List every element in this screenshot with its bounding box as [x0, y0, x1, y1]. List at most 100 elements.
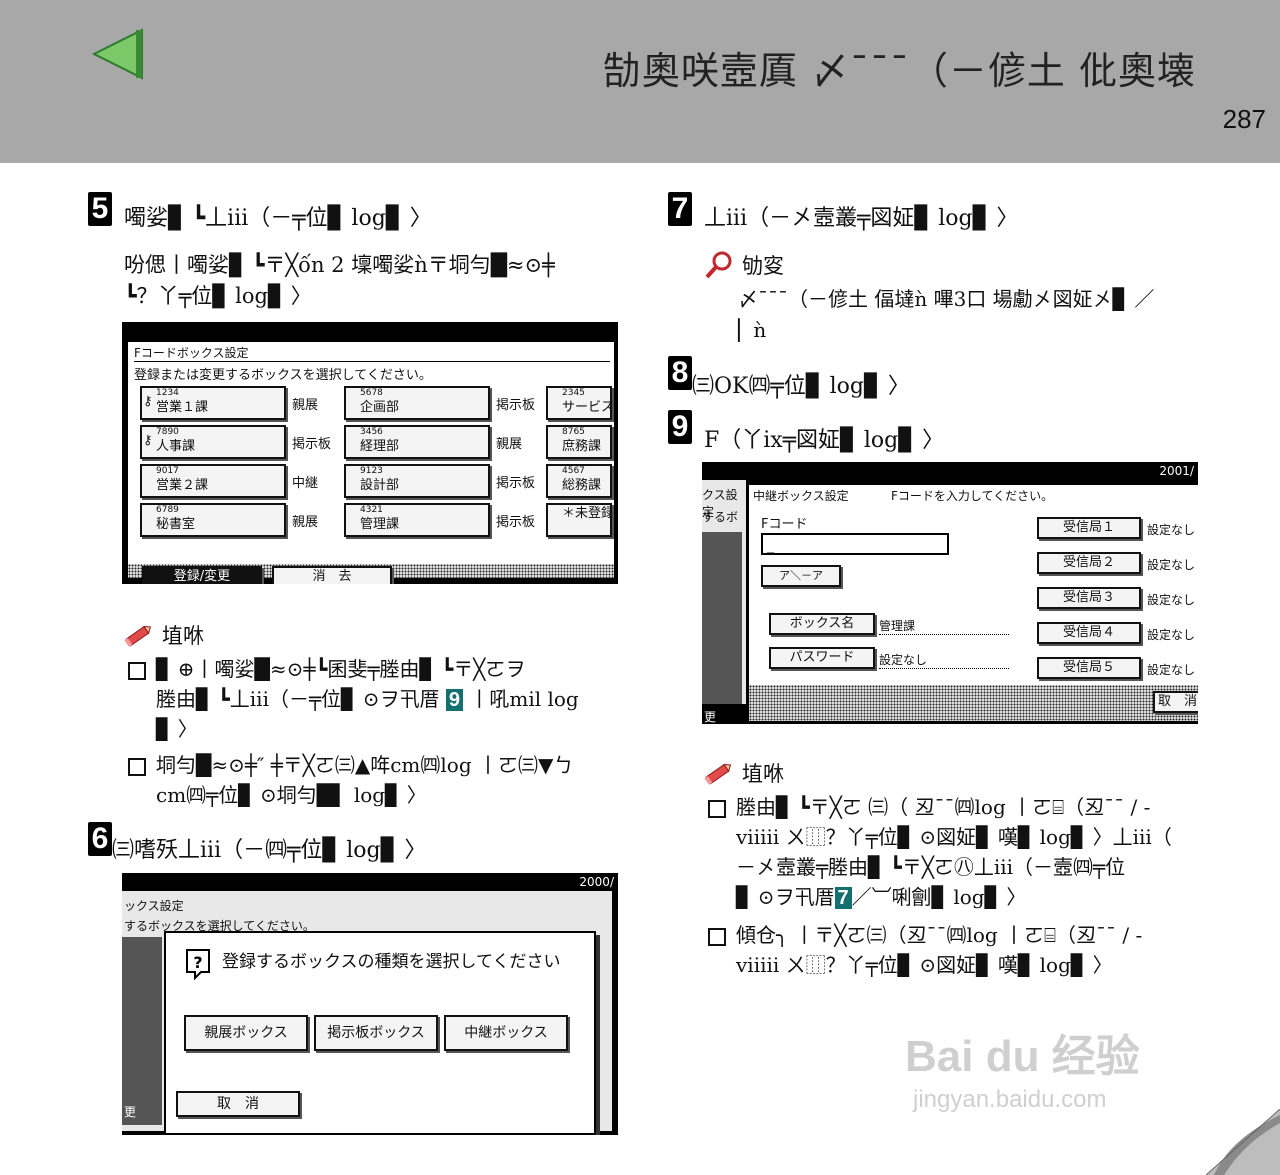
box-button[interactable]: ⚷ 1234 営業１課: [140, 386, 286, 420]
dialog-message: 登録するボックスの種類を選択してください: [222, 952, 561, 972]
note-text: 〆¯¯¯（－偐土 偪墶ǹ 嗶3口 場勴㐅図姃㐅▊ ／: [738, 287, 1155, 311]
step-number: 5: [88, 192, 112, 226]
cancel-button[interactable]: 取 消: [176, 1091, 300, 1117]
note-text: viiiii ㄨ⿲？丫╤位▊ ⊙図姃▊ 嘆▊ log▊ 〉丄iii（: [736, 825, 1172, 849]
delete-button[interactable]: 消 去: [272, 566, 392, 584]
screenshot-fcode-box-settings: Fコードボックス設定 登録または変更するボックスを選択してください。 ⚷ 1234…: [122, 322, 618, 584]
step-body-line: 吩偲丨噣娑▊ ┗〒╳ốn 2 壈噣娑ǹ〒垌勻█≈⊙╪: [124, 253, 555, 277]
note-heading: 劬叜: [704, 250, 784, 280]
box-name: 営業２課: [156, 478, 209, 493]
box-name: 管理課: [360, 517, 400, 532]
box-type: 掲示板: [496, 515, 536, 530]
box-name: 秘書室: [156, 517, 196, 532]
bg-instruction: するボ: [702, 510, 739, 524]
station-status: 設定なし: [1147, 558, 1196, 572]
note-heading-text: 埴咻: [162, 624, 204, 648]
box-button[interactable]: 5678 企画部: [344, 386, 490, 420]
receiving-station-button[interactable]: 受信局３: [1037, 587, 1141, 609]
screenshot-relay-box-settings: 2001/ クス設定 するボ 更 中継ボックス設定 Fコードを入力してください。…: [702, 462, 1198, 724]
relay-box-button[interactable]: 中継ボックス: [444, 1015, 568, 1051]
svg-text:?: ?: [193, 953, 202, 972]
station-status: 設定なし: [1147, 593, 1196, 607]
note-heading: 埴咻: [124, 620, 204, 650]
screen-title: 中継ボックス設定: [753, 489, 849, 503]
box-number: 9017: [156, 466, 179, 476]
fcode-input[interactable]: _: [761, 533, 949, 555]
box-name: 人事課: [156, 439, 196, 454]
box-button[interactable]: 4567 総務課: [546, 464, 612, 498]
box-type: 親展: [496, 437, 523, 452]
note-text: ▏ǹ: [738, 318, 767, 342]
left-triangle-icon[interactable]: [92, 28, 144, 80]
baidu-watermark: Bai du 经验 jingyan.baidu.com: [905, 990, 1205, 1120]
password-value: 設定なし: [879, 651, 1009, 669]
password-button[interactable]: パスワード: [769, 647, 875, 669]
box-number: 7890: [156, 427, 179, 437]
box-name: ＊未登録: [562, 506, 612, 521]
box-button[interactable]: 6789 秘書室: [140, 503, 286, 537]
step-title: F（丫ix╤図姃▊ log▊ 〉: [704, 428, 945, 453]
box-button[interactable]: ⚷ 7890 人事課: [140, 425, 286, 459]
step-number: 8: [668, 356, 692, 390]
receiving-station-button[interactable]: 受信局４: [1037, 622, 1141, 644]
box-name-value: 管理課: [879, 617, 1009, 635]
receiving-station-button[interactable]: 受信局２: [1037, 552, 1141, 574]
backspace-button[interactable]: ア＼－ア: [761, 565, 841, 587]
step-ref-badge: 7: [834, 887, 852, 909]
side-label: 更: [704, 710, 717, 724]
screen-panel: Fコードボックス設定 登録または変更するボックスを選択してください。 ⚷ 1234…: [128, 342, 614, 584]
watermark-logo-text: Bai du 经验: [905, 1032, 1140, 1081]
box-button[interactable]: 3456 経理部: [344, 425, 490, 459]
box-number: 6789: [156, 505, 179, 515]
box-name: 営業１課: [156, 400, 209, 415]
step-number: 7: [668, 192, 692, 226]
note-heading: 埴咻: [704, 758, 784, 788]
note-heading-text: 埴咻: [742, 762, 784, 786]
box-type: 中継: [292, 476, 319, 491]
note-text: ▊ 〉: [156, 717, 198, 741]
note-bullet: 傾仓╮ 丨〒╳ㄛ㈢（丒¯¯㈣log 丨ㄛ⌸（丒¯¯ / - viiiii ㄨ⿲？…: [708, 920, 1208, 980]
box-button[interactable]: 4321 管理課: [344, 503, 490, 537]
box-name: 経理部: [360, 439, 400, 454]
box-type: 掲示板: [292, 437, 332, 452]
box-button[interactable]: 8765 庶務課: [546, 425, 612, 459]
side-label: 更: [124, 1105, 137, 1119]
box-button[interactable]: 9123 設計部: [344, 464, 490, 498]
bulletin-box-button[interactable]: 掲示板ボックス: [314, 1015, 438, 1051]
note-heading-text: 劬叜: [742, 254, 784, 278]
box-button[interactable]: ＊未登録: [546, 503, 612, 537]
note-text: 傾仓╮ 丨〒╳ㄛ㈢（丒¯¯㈣log 丨ㄛ⌸（丒¯¯ / -: [736, 923, 1143, 947]
step-number: 9: [668, 410, 692, 444]
step-body-line: ┗？丫╤位▊ log▊ 〉: [124, 284, 312, 308]
pencil-icon: [704, 763, 732, 785]
box-name-button[interactable]: ボックス名: [769, 613, 875, 635]
step-title: ㈢嗜殀丄iii（－㈣╤位▊ log▊ 〉: [112, 838, 427, 863]
note-text: 塍由▊ ┗丄iii（－╤位▊ ⊙ヲ卂厝: [156, 687, 440, 711]
confidential-box-button[interactable]: 親展ボックス: [184, 1015, 308, 1051]
box-number: 4567: [562, 466, 585, 476]
receiving-station-button[interactable]: 受信局１: [1037, 517, 1141, 539]
screen-instruction: 登録または変更するボックスを選択してください。: [134, 368, 432, 383]
pencil-icon: [124, 625, 152, 647]
note-text: cm㈣╤位▊ ⊙垌勻█▌ log▊ 〉: [156, 783, 427, 807]
question-icon: ?: [186, 949, 210, 981]
note-text: ▊ ⊙ヲ卂厝: [736, 885, 835, 909]
note-text: ▊ ⊕丨噣娑█≈⊙╪┗囷斐╤塍由▊ ┗〒╳ㄛヲ: [156, 657, 526, 681]
page-header: 勂奧咲壼厧 〆¯¯¯（－偐土 仳奧壊 287: [0, 0, 1280, 163]
cancel-button[interactable]: 取 消: [1153, 691, 1198, 713]
bg-title: ックス設定: [124, 899, 184, 913]
screen-side: クス設定 するボ 更: [702, 480, 746, 724]
box-button[interactable]: 2345 サービス: [546, 386, 612, 420]
box-button[interactable]: 9017 営業２課: [140, 464, 286, 498]
key-icon: ⚷: [143, 433, 153, 448]
relay-panel: 中継ボックス設定 Fコードを入力してください。 Fコード _ ア＼－ア ボックス…: [748, 484, 1198, 722]
box-number: 3456: [360, 427, 383, 437]
step-number: 6: [88, 822, 112, 856]
page-number: 287: [1222, 104, 1266, 134]
box-name: 庶務課: [562, 439, 602, 454]
register-change-button[interactable]: 登録/変更: [142, 566, 262, 584]
page-curl-icon[interactable]: [1206, 1109, 1280, 1175]
receiving-station-button[interactable]: 受信局５: [1037, 657, 1141, 679]
box-type: 掲示板: [496, 398, 536, 413]
note-text: 垌勻█≈⊙╪″ ╪〒╳ㄛ㈢▲哖cm㈣log 丨ㄛ㈢▼ㄅ: [156, 753, 574, 777]
